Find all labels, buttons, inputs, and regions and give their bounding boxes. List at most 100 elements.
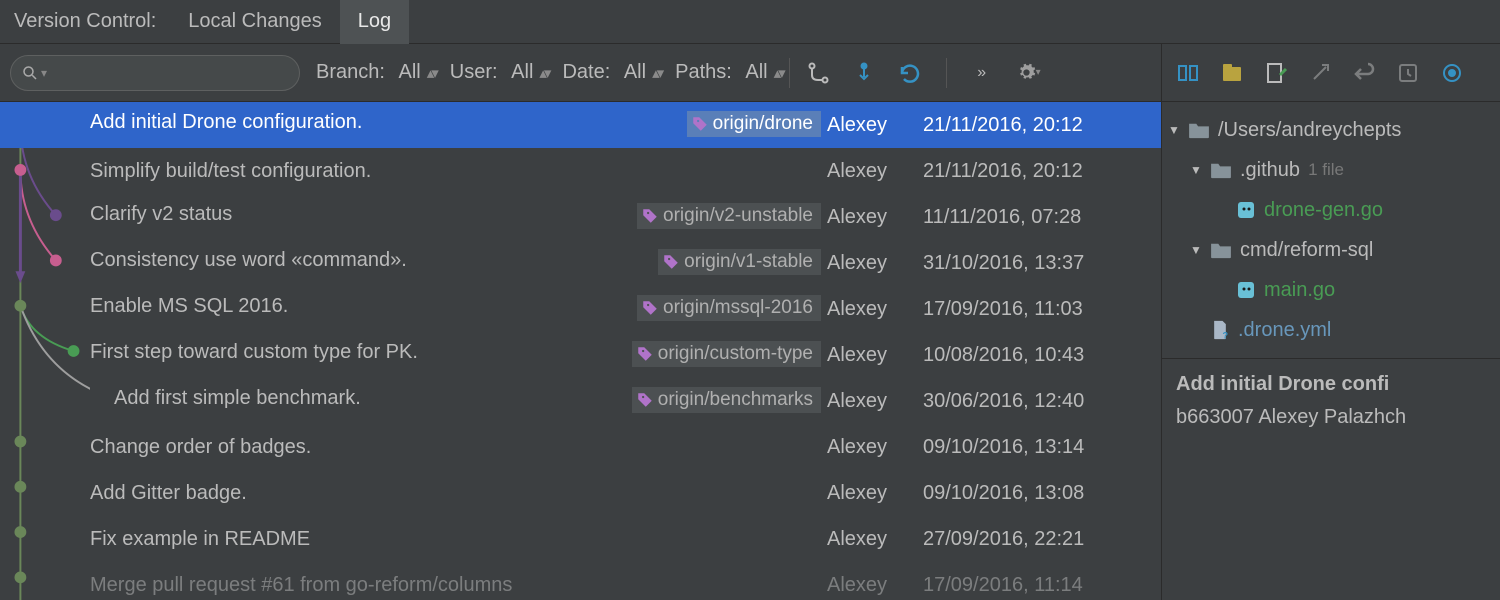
- gear-icon[interactable]: ▾: [1017, 61, 1041, 85]
- edit-icon[interactable]: [1264, 61, 1288, 85]
- commit-row[interactable]: origin/v1-stableConsistency use word «co…: [0, 240, 1161, 286]
- collapse-icon[interactable]: [852, 61, 876, 85]
- commit-list: origin/droneAdd initial Drone configurat…: [0, 102, 1161, 600]
- commit-author: Alexey: [827, 160, 923, 183]
- commit-row[interactable]: Merge pull request #61 from go-reform/co…: [0, 562, 1161, 600]
- branch-tag: origin/custom-type: [632, 341, 821, 367]
- commit-author: Alexey: [827, 436, 923, 459]
- commit-row[interactable]: Simplify build/test configuration.Alexey…: [0, 148, 1161, 194]
- intellisort-icon[interactable]: [806, 61, 830, 85]
- chevron-down-icon: ▼: [1168, 123, 1182, 137]
- chevron-down-icon: ▾: [41, 66, 47, 80]
- details-title: Add initial Drone confi: [1176, 373, 1486, 396]
- search-icon: [21, 64, 39, 82]
- branch-tag: origin/v2-unstable: [637, 203, 821, 229]
- tag-icon: [641, 207, 659, 225]
- commit-row[interactable]: Add Gitter badge.Alexey09/10/2016, 13:08: [0, 470, 1161, 516]
- commit-date: 17/09/2016, 11:14: [923, 574, 1161, 597]
- preview-icon[interactable]: [1440, 61, 1464, 85]
- vcs-tabs: Version Control: Local Changes Log: [0, 0, 1500, 44]
- commit-message: Simplify build/test configuration.: [90, 160, 827, 183]
- undo-icon[interactable]: [1352, 61, 1376, 85]
- tree-file-main-go[interactable]: main.go: [1168, 270, 1494, 310]
- commit-date: 17/09/2016, 11:03: [923, 298, 1161, 321]
- commit-row[interactable]: origin/mssql-2016Enable MS SQL 2016.Alex…: [0, 286, 1161, 332]
- folder-icon: [1188, 121, 1210, 139]
- commit-date: 09/10/2016, 13:08: [923, 482, 1161, 505]
- commit-details: Add initial Drone confi b663007 Alexey P…: [1162, 358, 1500, 443]
- tree-file-drone-yml[interactable]: ▼ ? .drone.yml: [1168, 310, 1494, 350]
- commit-date: 27/09/2016, 22:21: [923, 528, 1161, 551]
- commit-row[interactable]: origin/benchmarksAdd first simple benchm…: [0, 378, 1161, 424]
- folder-icon: [1210, 161, 1232, 179]
- tag-icon: [641, 299, 659, 317]
- tab-local-changes[interactable]: Local Changes: [170, 0, 339, 44]
- commit-date: 10/08/2016, 10:43: [923, 344, 1161, 367]
- commit-message: origin/droneAdd initial Drone configurat…: [90, 111, 827, 139]
- chevron-down-icon: ▼: [1190, 163, 1204, 177]
- commit-message: origin/v1-stableConsistency use word «co…: [90, 249, 827, 277]
- tab-log[interactable]: Log: [340, 0, 409, 44]
- branch-tag: origin/drone: [687, 111, 821, 137]
- filter-paths[interactable]: Paths: All▴▾: [671, 61, 787, 84]
- details-hash: b663007 Alexey Palazhch: [1176, 406, 1486, 429]
- commit-date: 30/06/2016, 12:40: [923, 390, 1161, 413]
- branch-tag: origin/benchmarks: [632, 387, 821, 413]
- branch-tag: origin/mssql-2016: [637, 295, 821, 321]
- filter-date[interactable]: Date: All▴▾: [558, 61, 665, 84]
- commit-message: origin/benchmarksAdd first simple benchm…: [114, 387, 827, 415]
- commit-author: Alexey: [827, 344, 923, 367]
- tag-icon: [636, 391, 654, 409]
- file-icon: ?: [1210, 320, 1230, 340]
- commit-author: Alexey: [827, 482, 923, 505]
- commit-date: 31/10/2016, 13:37: [923, 252, 1161, 275]
- commit-message: origin/mssql-2016Enable MS SQL 2016.: [90, 295, 827, 323]
- commit-message: origin/custom-typeFirst step toward cust…: [90, 341, 827, 369]
- commit-message: Fix example in README: [90, 528, 827, 551]
- commit-author: Alexey: [827, 528, 923, 551]
- log-toolbar: ▾ Branch: All▴▾ User: All▴▾ Date: All▴▾ …: [0, 44, 1161, 102]
- commit-message: Add Gitter badge.: [90, 482, 827, 505]
- commit-author: Alexey: [827, 206, 923, 229]
- commit-message: Change order of badges.: [90, 436, 827, 459]
- svg-text:?: ?: [1223, 330, 1229, 340]
- tree-folder-cmd[interactable]: ▼ cmd/reform-sql: [1168, 230, 1494, 270]
- folder-icon: [1210, 241, 1232, 259]
- commit-author: Alexey: [827, 114, 923, 137]
- right-toolbar: [1162, 44, 1500, 102]
- commit-author: Alexey: [827, 298, 923, 321]
- show-diff-icon[interactable]: [1176, 61, 1200, 85]
- vc-label: Version Control:: [0, 10, 170, 33]
- revert-icon[interactable]: [1308, 61, 1332, 85]
- filter-branch[interactable]: Branch: All▴▾: [312, 61, 440, 84]
- commit-message: origin/v2-unstableClarify v2 status: [90, 203, 827, 231]
- tree-folder-github[interactable]: ▼ .github 1 file: [1168, 150, 1494, 190]
- search-input[interactable]: ▾: [10, 55, 300, 91]
- commit-date: 09/10/2016, 13:14: [923, 436, 1161, 459]
- commit-row[interactable]: origin/droneAdd initial Drone configurat…: [0, 102, 1161, 148]
- commit-author: Alexey: [827, 574, 923, 597]
- history-icon[interactable]: [1396, 61, 1420, 85]
- group-icon[interactable]: [1220, 61, 1244, 85]
- commit-author: Alexey: [827, 390, 923, 413]
- chevron-down-icon: ▼: [1190, 243, 1204, 257]
- commit-date: 11/11/2016, 07:28: [923, 206, 1161, 229]
- more-icon[interactable]: »: [971, 61, 995, 85]
- refresh-icon[interactable]: [898, 61, 922, 85]
- branch-tag: origin/v1-stable: [658, 249, 821, 275]
- tag-icon: [636, 345, 654, 363]
- go-file-icon: [1236, 200, 1256, 220]
- go-file-icon: [1236, 280, 1256, 300]
- commit-message: Merge pull request #61 from go-reform/co…: [90, 574, 827, 597]
- commit-date: 21/11/2016, 20:12: [923, 160, 1161, 183]
- tree-file-drone-gen[interactable]: drone-gen.go: [1168, 190, 1494, 230]
- commit-row[interactable]: Change order of badges.Alexey09/10/2016,…: [0, 424, 1161, 470]
- changed-files-tree: ▼ /Users/andreychepts ▼ .github 1 file d…: [1162, 102, 1500, 358]
- filter-user[interactable]: User: All▴▾: [446, 61, 553, 84]
- commit-date: 21/11/2016, 20:12: [923, 114, 1161, 137]
- tag-icon: [662, 253, 680, 271]
- commit-row[interactable]: origin/custom-typeFirst step toward cust…: [0, 332, 1161, 378]
- tree-root[interactable]: ▼ /Users/andreychepts: [1168, 110, 1494, 150]
- commit-row[interactable]: origin/v2-unstableClarify v2 statusAlexe…: [0, 194, 1161, 240]
- commit-row[interactable]: Fix example in READMEAlexey27/09/2016, 2…: [0, 516, 1161, 562]
